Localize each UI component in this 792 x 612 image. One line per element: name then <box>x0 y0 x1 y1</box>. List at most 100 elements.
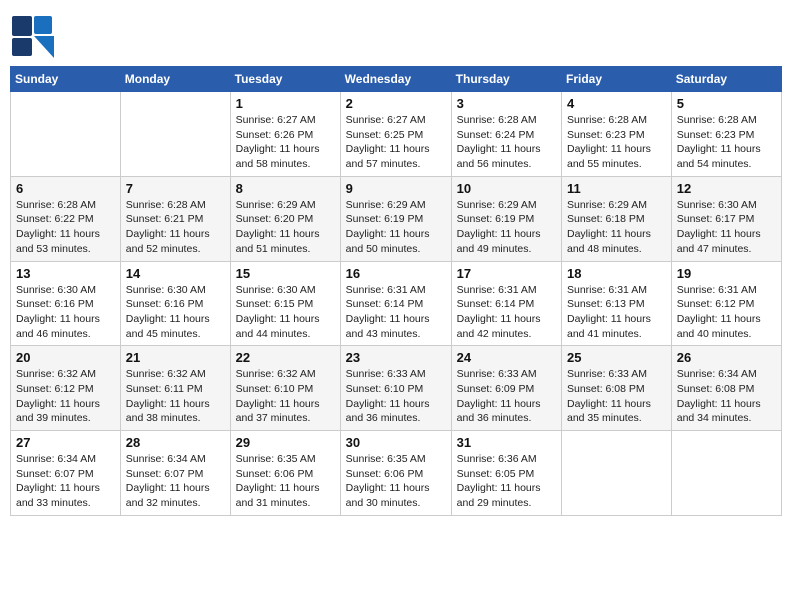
calendar-day-30: 30 Sunrise: 6:35 AMSunset: 6:06 PMDayligh… <box>340 431 451 516</box>
day-info: Sunrise: 6:31 AMSunset: 6:14 PMDaylight:… <box>346 283 446 342</box>
calendar-week-1: 1 Sunrise: 6:27 AMSunset: 6:26 PMDaylight… <box>11 92 782 177</box>
day-number: 17 <box>457 266 556 281</box>
calendar-day-25: 25 Sunrise: 6:33 AMSunset: 6:08 PMDayligh… <box>562 346 672 431</box>
calendar-day-23: 23 Sunrise: 6:33 AMSunset: 6:10 PMDayligh… <box>340 346 451 431</box>
weekday-header-thursday: Thursday <box>451 67 561 92</box>
day-number: 7 <box>126 181 225 196</box>
day-info: Sunrise: 6:28 AMSunset: 6:22 PMDaylight:… <box>16 198 115 257</box>
calendar-table: SundayMondayTuesdayWednesdayThursdayFrid… <box>10 66 782 516</box>
day-info: Sunrise: 6:36 AMSunset: 6:05 PMDaylight:… <box>457 452 556 511</box>
day-number: 5 <box>677 96 776 111</box>
day-number: 25 <box>567 350 666 365</box>
calendar-day-6: 6 Sunrise: 6:28 AMSunset: 6:22 PMDaylight… <box>11 176 121 261</box>
day-info: Sunrise: 6:27 AMSunset: 6:26 PMDaylight:… <box>236 113 335 172</box>
day-info: Sunrise: 6:33 AMSunset: 6:10 PMDaylight:… <box>346 367 446 426</box>
calendar-day-9: 9 Sunrise: 6:29 AMSunset: 6:19 PMDaylight… <box>340 176 451 261</box>
calendar-day-29: 29 Sunrise: 6:35 AMSunset: 6:06 PMDayligh… <box>230 431 340 516</box>
calendar-day-10: 10 Sunrise: 6:29 AMSunset: 6:19 PMDayligh… <box>451 176 561 261</box>
day-info: Sunrise: 6:32 AMSunset: 6:11 PMDaylight:… <box>126 367 225 426</box>
day-number: 23 <box>346 350 446 365</box>
empty-cell <box>562 431 672 516</box>
calendar-day-19: 19 Sunrise: 6:31 AMSunset: 6:12 PMDayligh… <box>671 261 781 346</box>
day-number: 6 <box>16 181 115 196</box>
day-number: 9 <box>346 181 446 196</box>
day-number: 28 <box>126 435 225 450</box>
day-number: 26 <box>677 350 776 365</box>
calendar-day-27: 27 Sunrise: 6:34 AMSunset: 6:07 PMDayligh… <box>11 431 121 516</box>
weekday-header-sunday: Sunday <box>11 67 121 92</box>
day-number: 16 <box>346 266 446 281</box>
day-number: 2 <box>346 96 446 111</box>
calendar-day-14: 14 Sunrise: 6:30 AMSunset: 6:16 PMDayligh… <box>120 261 230 346</box>
day-number: 3 <box>457 96 556 111</box>
day-number: 24 <box>457 350 556 365</box>
day-number: 30 <box>346 435 446 450</box>
day-info: Sunrise: 6:35 AMSunset: 6:06 PMDaylight:… <box>346 452 446 511</box>
calendar-week-5: 27 Sunrise: 6:34 AMSunset: 6:07 PMDayligh… <box>11 431 782 516</box>
calendar-week-4: 20 Sunrise: 6:32 AMSunset: 6:12 PMDayligh… <box>11 346 782 431</box>
day-info: Sunrise: 6:32 AMSunset: 6:12 PMDaylight:… <box>16 367 115 426</box>
day-info: Sunrise: 6:33 AMSunset: 6:08 PMDaylight:… <box>567 367 666 426</box>
day-number: 8 <box>236 181 335 196</box>
day-info: Sunrise: 6:30 AMSunset: 6:15 PMDaylight:… <box>236 283 335 342</box>
calendar-day-20: 20 Sunrise: 6:32 AMSunset: 6:12 PMDayligh… <box>11 346 121 431</box>
calendar-week-2: 6 Sunrise: 6:28 AMSunset: 6:22 PMDaylight… <box>11 176 782 261</box>
day-info: Sunrise: 6:28 AMSunset: 6:23 PMDaylight:… <box>567 113 666 172</box>
day-info: Sunrise: 6:27 AMSunset: 6:25 PMDaylight:… <box>346 113 446 172</box>
day-number: 27 <box>16 435 115 450</box>
day-number: 29 <box>236 435 335 450</box>
empty-cell <box>671 431 781 516</box>
day-info: Sunrise: 6:31 AMSunset: 6:12 PMDaylight:… <box>677 283 776 342</box>
logo-icon <box>10 14 54 58</box>
day-number: 15 <box>236 266 335 281</box>
day-number: 10 <box>457 181 556 196</box>
day-info: Sunrise: 6:28 AMSunset: 6:23 PMDaylight:… <box>677 113 776 172</box>
calendar-day-18: 18Sunrise: 6:31 AMSunset: 6:13 PMDayligh… <box>562 261 672 346</box>
day-number: 22 <box>236 350 335 365</box>
day-number: 14 <box>126 266 225 281</box>
weekday-header-friday: Friday <box>562 67 672 92</box>
day-info: Sunrise: 6:30 AMSunset: 6:16 PMDaylight:… <box>16 283 115 342</box>
day-info: Sunrise: 6:31 AMSunset: 6:14 PMDaylight:… <box>457 283 556 342</box>
calendar-week-3: 13 Sunrise: 6:30 AMSunset: 6:16 PMDayligh… <box>11 261 782 346</box>
calendar-day-16: 16 Sunrise: 6:31 AMSunset: 6:14 PMDayligh… <box>340 261 451 346</box>
logo <box>10 14 58 58</box>
day-info: Sunrise: 6:35 AMSunset: 6:06 PMDaylight:… <box>236 452 335 511</box>
calendar-day-11: 11Sunrise: 6:29 AMSunset: 6:18 PMDayligh… <box>562 176 672 261</box>
day-info: Sunrise: 6:30 AMSunset: 6:17 PMDaylight:… <box>677 198 776 257</box>
weekday-header-saturday: Saturday <box>671 67 781 92</box>
day-number: 12 <box>677 181 776 196</box>
day-number: 21 <box>126 350 225 365</box>
empty-cell <box>11 92 121 177</box>
calendar-day-28: 28Sunrise: 6:34 AMSunset: 6:07 PMDayligh… <box>120 431 230 516</box>
calendar-day-22: 22Sunrise: 6:32 AMSunset: 6:10 PMDayligh… <box>230 346 340 431</box>
day-number: 18 <box>567 266 666 281</box>
calendar-day-21: 21 Sunrise: 6:32 AMSunset: 6:11 PMDayligh… <box>120 346 230 431</box>
day-info: Sunrise: 6:29 AMSunset: 6:19 PMDaylight:… <box>346 198 446 257</box>
calendar-day-4: 4Sunrise: 6:28 AMSunset: 6:23 PMDaylight… <box>562 92 672 177</box>
calendar-day-1: 1 Sunrise: 6:27 AMSunset: 6:26 PMDaylight… <box>230 92 340 177</box>
calendar-day-24: 24 Sunrise: 6:33 AMSunset: 6:09 PMDayligh… <box>451 346 561 431</box>
day-number: 20 <box>16 350 115 365</box>
day-info: Sunrise: 6:34 AMSunset: 6:07 PMDaylight:… <box>16 452 115 511</box>
calendar-day-31: 31Sunrise: 6:36 AMSunset: 6:05 PMDayligh… <box>451 431 561 516</box>
weekday-header-wednesday: Wednesday <box>340 67 451 92</box>
calendar-day-26: 26Sunrise: 6:34 AMSunset: 6:08 PMDayligh… <box>671 346 781 431</box>
day-info: Sunrise: 6:28 AMSunset: 6:21 PMDaylight:… <box>126 198 225 257</box>
weekday-header-tuesday: Tuesday <box>230 67 340 92</box>
calendar-day-12: 12 Sunrise: 6:30 AMSunset: 6:17 PMDayligh… <box>671 176 781 261</box>
calendar-day-3: 3Sunrise: 6:28 AMSunset: 6:24 PMDaylight… <box>451 92 561 177</box>
day-number: 13 <box>16 266 115 281</box>
calendar-day-15: 15 Sunrise: 6:30 AMSunset: 6:15 PMDayligh… <box>230 261 340 346</box>
calendar-day-8: 8Sunrise: 6:29 AMSunset: 6:20 PMDaylight… <box>230 176 340 261</box>
day-info: Sunrise: 6:29 AMSunset: 6:19 PMDaylight:… <box>457 198 556 257</box>
day-info: Sunrise: 6:29 AMSunset: 6:18 PMDaylight:… <box>567 198 666 257</box>
day-info: Sunrise: 6:30 AMSunset: 6:16 PMDaylight:… <box>126 283 225 342</box>
calendar-day-13: 13 Sunrise: 6:30 AMSunset: 6:16 PMDayligh… <box>11 261 121 346</box>
weekday-header-row: SundayMondayTuesdayWednesdayThursdayFrid… <box>11 67 782 92</box>
page-header <box>10 10 782 58</box>
day-number: 19 <box>677 266 776 281</box>
calendar-day-5: 5 Sunrise: 6:28 AMSunset: 6:23 PMDaylight… <box>671 92 781 177</box>
day-info: Sunrise: 6:33 AMSunset: 6:09 PMDaylight:… <box>457 367 556 426</box>
day-number: 1 <box>236 96 335 111</box>
